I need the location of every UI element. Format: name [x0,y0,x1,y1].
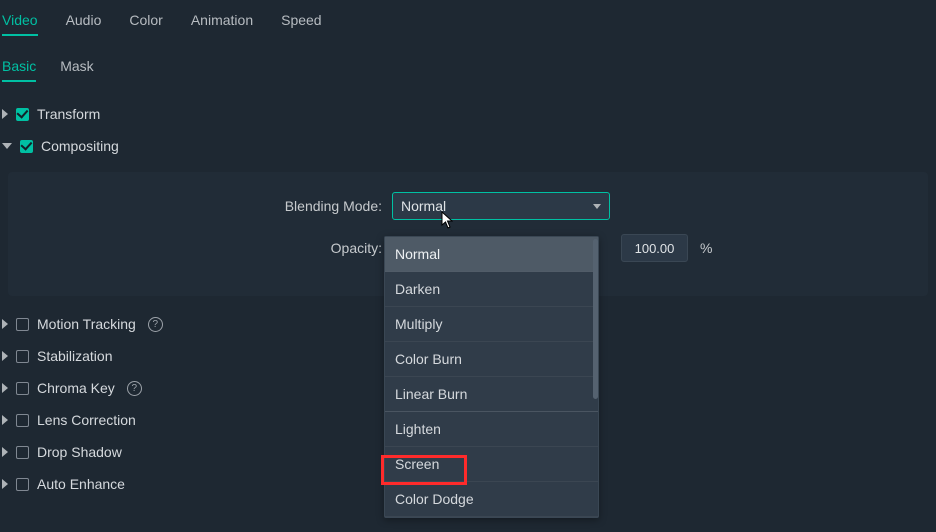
checkbox-lens-correction[interactable] [16,414,29,427]
tab-speed[interactable]: Speed [281,12,321,36]
checkbox-chroma-key[interactable] [16,382,29,395]
chevron-right-icon [2,109,8,119]
section-transform[interactable]: Transform [0,98,936,130]
chevron-right-icon [2,415,8,425]
section-label: Chroma Key [37,380,115,396]
percent-label: % [700,240,712,256]
menu-item-darken[interactable]: Darken [385,272,598,307]
tab-video[interactable]: Video [2,12,38,36]
opacity-label: Opacity: [30,240,392,256]
checkbox-motion-tracking[interactable] [16,318,29,331]
section-label: Lens Correction [37,412,136,428]
menu-item-linear-burn[interactable]: Linear Burn [385,377,598,412]
chevron-right-icon [2,447,8,457]
checkbox-auto-enhance[interactable] [16,478,29,491]
blending-mode-row: Blending Mode: Normal [30,192,906,220]
chevron-down-icon [593,204,601,209]
tab-audio[interactable]: Audio [66,12,102,36]
chevron-right-icon [2,383,8,393]
opacity-input[interactable] [621,234,688,262]
section-label: Auto Enhance [37,476,125,492]
checkbox-compositing[interactable] [20,140,33,153]
blending-mode-dropdown[interactable]: Normal [392,192,610,220]
chevron-right-icon [2,319,8,329]
checkbox-stabilization[interactable] [16,350,29,363]
menu-item-lighten[interactable]: Lighten [385,412,598,447]
tab-color[interactable]: Color [129,12,162,36]
menu-item-multiply[interactable]: Multiply [385,307,598,342]
menu-item-screen[interactable]: Screen [385,447,598,482]
section-label: Transform [37,106,100,122]
section-label: Motion Tracking [37,316,136,332]
menu-item-color-burn[interactable]: Color Burn [385,342,598,377]
subtab-basic[interactable]: Basic [2,58,36,82]
top-tabs: Video Audio Color Animation Speed [2,0,936,36]
blending-mode-label: Blending Mode: [30,198,392,214]
chevron-right-icon [2,351,8,361]
section-compositing[interactable]: Compositing [0,130,936,162]
blending-mode-value: Normal [401,198,446,214]
blending-mode-menu[interactable]: Normal Darken Multiply Color Burn Linear… [384,236,599,518]
checkbox-drop-shadow[interactable] [16,446,29,459]
help-icon[interactable]: ? [148,317,163,332]
subtab-mask[interactable]: Mask [60,58,93,82]
section-label: Compositing [41,138,119,154]
chevron-down-icon [2,143,12,149]
menu-item-normal[interactable]: Normal [385,237,598,272]
chevron-right-icon [2,479,8,489]
menu-item-color-dodge[interactable]: Color Dodge [385,482,598,517]
section-label: Drop Shadow [37,444,122,460]
sections: Transform Compositing [0,82,936,162]
checkbox-transform[interactable] [16,108,29,121]
tab-animation[interactable]: Animation [191,12,253,36]
sub-tabs: Basic Mask [2,36,936,82]
section-label: Stabilization [37,348,113,364]
help-icon[interactable]: ? [127,381,142,396]
